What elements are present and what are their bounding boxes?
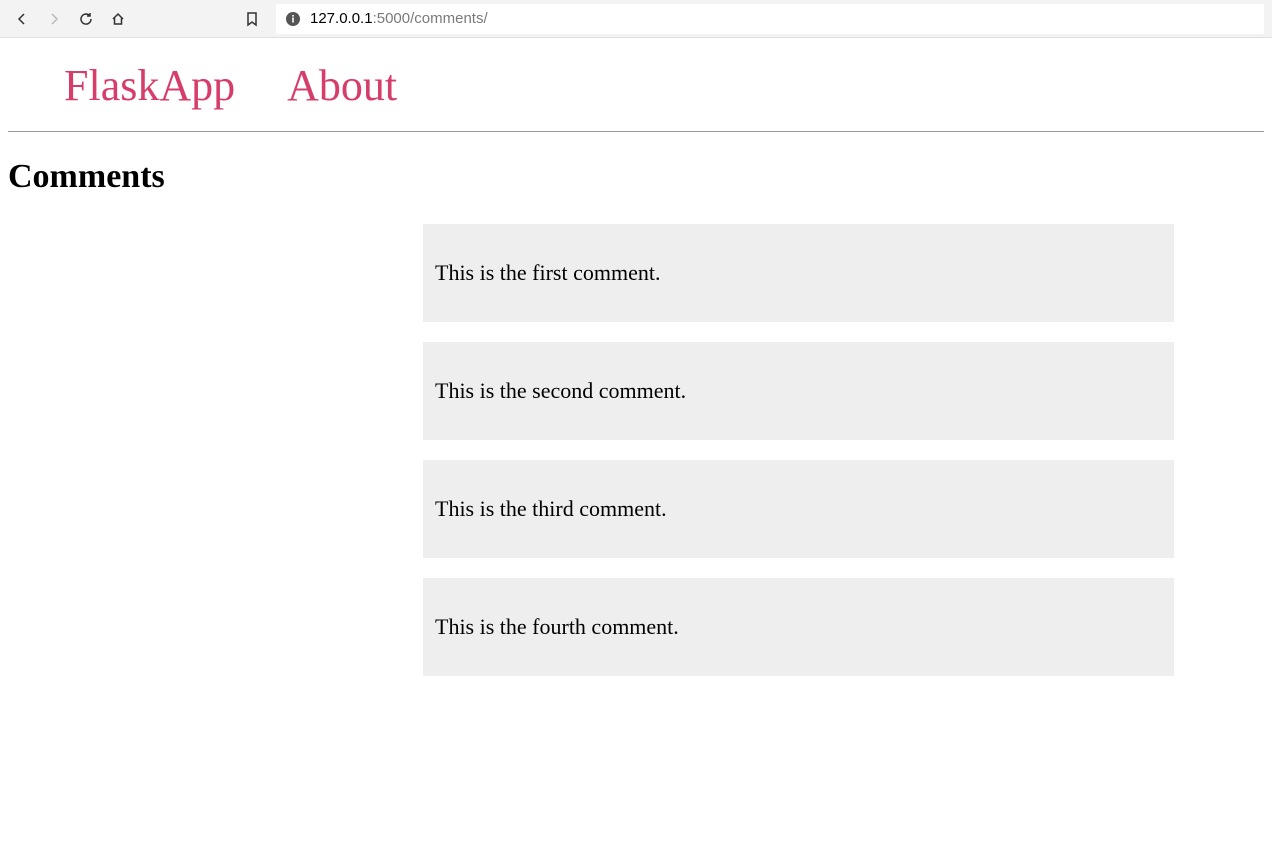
back-icon[interactable] <box>8 5 36 33</box>
home-icon[interactable] <box>104 5 132 33</box>
comment-item: This is the fourth comment. <box>423 578 1174 676</box>
site-info-icon[interactable] <box>284 10 302 28</box>
comments-list: This is the first comment. This is the s… <box>0 224 1272 676</box>
nav-about-link[interactable]: About <box>287 61 397 110</box>
url-text: 127.0.0.1:5000/comments/ <box>310 10 488 27</box>
browser-toolbar: 127.0.0.1:5000/comments/ <box>0 0 1272 38</box>
forward-icon <box>40 5 68 33</box>
nav-bar: FlaskApp About <box>8 38 1264 132</box>
page-title: Comments <box>8 158 1272 196</box>
comment-item: This is the first comment. <box>423 224 1174 322</box>
nav-brand-link[interactable]: FlaskApp <box>64 61 235 110</box>
reload-icon[interactable] <box>72 5 100 33</box>
address-bar[interactable]: 127.0.0.1:5000/comments/ <box>276 4 1264 34</box>
bookmark-icon[interactable] <box>238 5 266 33</box>
comment-item: This is the third comment. <box>423 460 1174 558</box>
page-content: FlaskApp About Comments This is the firs… <box>0 38 1272 676</box>
comment-item: This is the second comment. <box>423 342 1174 440</box>
